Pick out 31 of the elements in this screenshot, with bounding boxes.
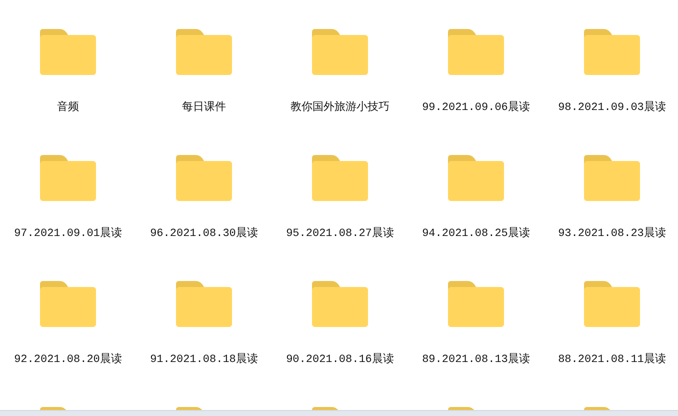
folder-icon[interactable] <box>448 281 504 327</box>
folder-name[interactable]: 98.2021.09.03晨读 <box>558 101 666 115</box>
folder-icon[interactable] <box>312 281 368 327</box>
folder-name[interactable]: 教你国外旅游小技巧 <box>290 101 390 115</box>
folder-icon[interactable] <box>176 29 232 75</box>
folder-name[interactable]: 每日课件 <box>182 101 226 115</box>
folder-name[interactable]: 音频 <box>57 101 79 115</box>
folder-name[interactable]: 88.2021.08.11晨读 <box>558 353 666 367</box>
folder-name[interactable]: 99.2021.09.06晨读 <box>422 101 530 115</box>
folder-name[interactable]: 91.2021.08.18晨读 <box>150 353 258 367</box>
folder-name[interactable]: 95.2021.08.27晨读 <box>286 227 394 241</box>
folder-name[interactable]: 90.2021.08.16晨读 <box>286 353 394 367</box>
folder-icon[interactable] <box>40 155 96 201</box>
folder-icon[interactable] <box>176 155 232 201</box>
folder-name[interactable]: 97.2021.09.01晨读 <box>14 227 122 241</box>
folder-name[interactable]: 94.2021.08.25晨读 <box>422 227 530 241</box>
folder-icon[interactable] <box>40 281 96 327</box>
folder-icon[interactable] <box>448 29 504 75</box>
folder-icon[interactable] <box>584 281 640 327</box>
folder-icon[interactable] <box>584 29 640 75</box>
scrollbar[interactable] <box>0 410 678 416</box>
folder-name[interactable]: 92.2021.08.20晨读 <box>14 353 122 367</box>
folder-icon[interactable] <box>312 155 368 201</box>
folder-icon[interactable] <box>40 29 96 75</box>
folder-name[interactable]: 93.2021.08.23晨读 <box>558 227 666 241</box>
folder-icon[interactable] <box>176 281 232 327</box>
folder-name[interactable]: 89.2021.08.13晨读 <box>422 353 530 367</box>
folder-name[interactable]: 96.2021.08.30晨读 <box>150 227 258 241</box>
folder-icon[interactable] <box>584 155 640 201</box>
folder-icon[interactable] <box>312 29 368 75</box>
folder-icon[interactable] <box>448 155 504 201</box>
